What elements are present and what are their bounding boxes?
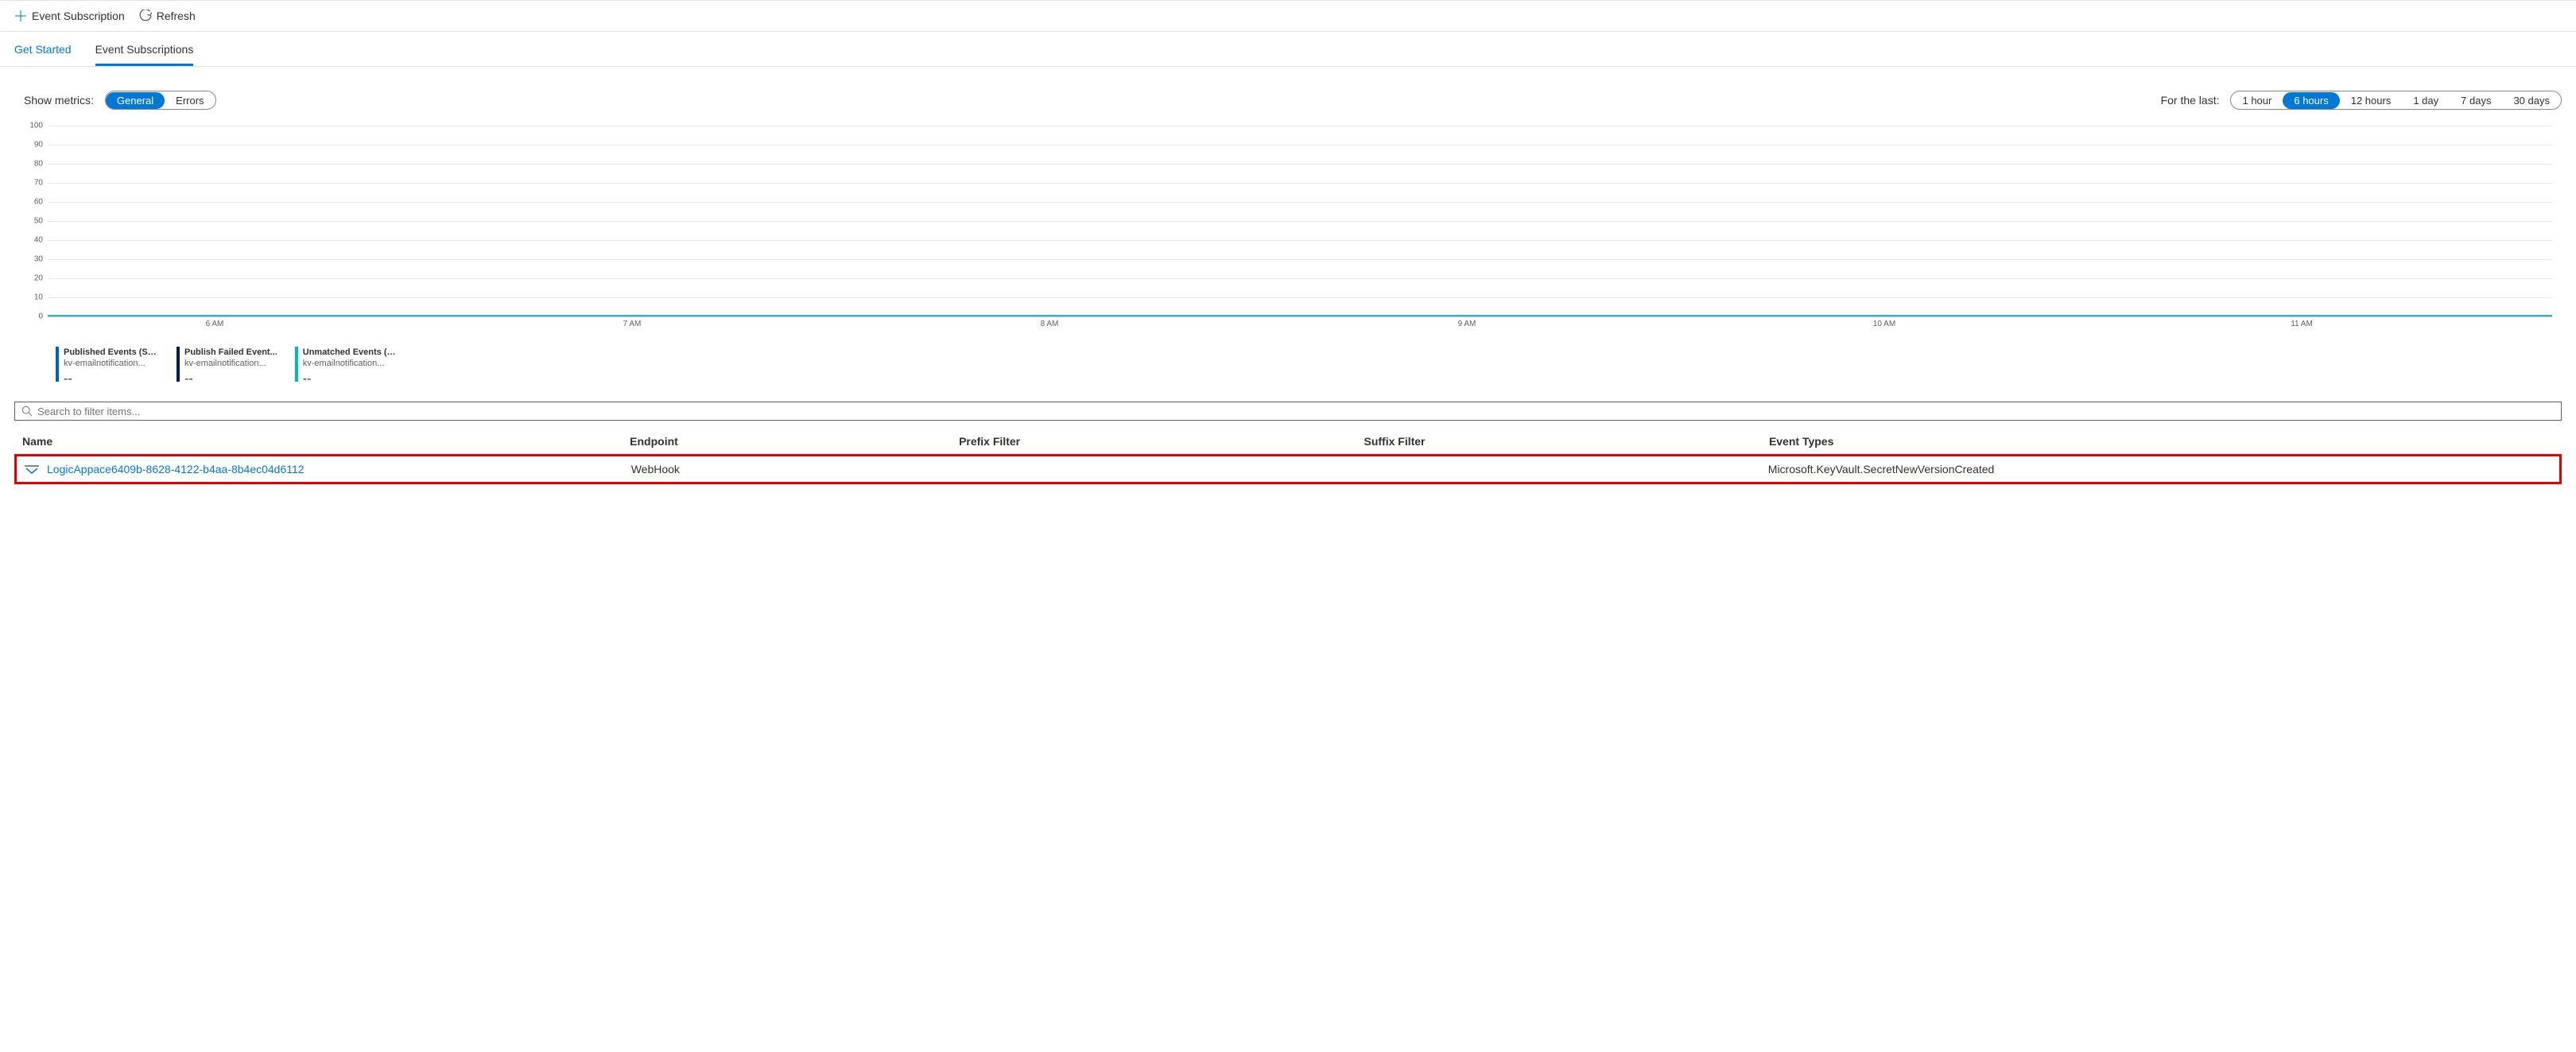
time-option-6-hours[interactable]: 6 hours <box>2283 92 2339 109</box>
col-header-prefix[interactable]: Prefix Filter <box>959 435 1364 448</box>
y-tick-label: 40 <box>24 236 43 245</box>
legend-source: kv-emailnotification... <box>64 358 159 369</box>
refresh-label: Refresh <box>157 10 196 22</box>
x-tick-label: 10 AM <box>1873 320 1895 328</box>
gridline <box>48 297 2552 298</box>
gridline <box>48 221 2552 222</box>
y-tick-label: 80 <box>24 160 43 169</box>
legend-series-name: Publish Failed Event... <box>184 347 277 358</box>
cell-endpoint: WebHook <box>631 463 960 476</box>
gridline <box>48 183 2552 184</box>
col-header-types[interactable]: Event Types <box>1769 435 2554 448</box>
event-subscription-icon <box>25 463 39 476</box>
tab-get-started[interactable]: Get Started <box>14 43 72 66</box>
legend-source: kv-emailnotification... <box>184 358 277 369</box>
x-tick-label: 11 AM <box>2291 320 2313 328</box>
tab-bar: Get Started Event Subscriptions <box>0 32 2576 67</box>
gridline <box>48 278 2552 279</box>
legend-item[interactable]: Unmatched Events (Sum)kv-emailnotificati… <box>295 347 398 387</box>
cell-event-types: Microsoft.KeyVault.SecretNewVersionCreat… <box>1768 463 2551 476</box>
time-option-30-days[interactable]: 30 days <box>2502 92 2561 109</box>
legend-color-bar <box>56 347 59 382</box>
gridline <box>48 164 2552 165</box>
search-input[interactable] <box>37 406 2555 417</box>
time-option-1-day[interactable]: 1 day <box>2402 92 2450 109</box>
legend-value: -- <box>303 371 398 388</box>
subscriptions-table: Name Endpoint Prefix Filter Suffix Filte… <box>0 421 2576 502</box>
x-tick-label: 6 AM <box>206 320 224 328</box>
gridline <box>48 202 2552 203</box>
new-subscription-button[interactable]: Event Subscription <box>14 10 125 22</box>
legend-series-name: Published Events (Sum) <box>64 347 159 358</box>
plus-icon <box>14 10 27 22</box>
x-tick-label: 7 AM <box>623 320 642 328</box>
gridline <box>48 316 2552 317</box>
search-box[interactable] <box>14 402 2562 421</box>
legend-color-bar <box>295 347 298 382</box>
legend-value: -- <box>184 371 277 388</box>
y-tick-label: 30 <box>24 255 43 264</box>
legend-item[interactable]: Published Events (Sum)kv-emailnotificati… <box>56 347 159 387</box>
legend-value: -- <box>64 371 159 388</box>
x-tick-label: 8 AM <box>1041 320 1059 328</box>
legend-color-bar <box>177 347 180 382</box>
refresh-icon <box>139 10 152 22</box>
tab-event-subscriptions[interactable]: Event Subscriptions <box>95 43 194 66</box>
gridline <box>48 259 2552 260</box>
y-tick-label: 100 <box>24 122 43 130</box>
metrics-option-general[interactable]: General <box>106 92 165 109</box>
legend-source: kv-emailnotification... <box>303 358 398 369</box>
y-tick-label: 20 <box>24 274 43 283</box>
filter-row: Show metrics: GeneralErrors For the last… <box>0 67 2576 118</box>
y-tick-label: 0 <box>24 312 43 321</box>
time-option-7-days[interactable]: 7 days <box>2450 92 2502 109</box>
subscription-name-link[interactable]: LogicAppace6409b-8628-4122-b4aa-8b4ec04d… <box>47 463 305 476</box>
time-range-label: For the last: <box>2161 94 2220 107</box>
gridline <box>48 145 2552 146</box>
time-range-toggle: 1 hour6 hours12 hours1 day7 days30 days <box>2230 91 2562 110</box>
legend-series-name: Unmatched Events (Sum) <box>303 347 398 358</box>
y-tick-label: 50 <box>24 217 43 226</box>
x-tick-label: 9 AM <box>1458 320 1476 328</box>
col-header-name[interactable]: Name <box>22 435 630 448</box>
y-tick-label: 70 <box>24 179 43 188</box>
time-option-12-hours[interactable]: 12 hours <box>2340 92 2403 109</box>
table-row[interactable]: LogicAppace6409b-8628-4122-b4aa-8b4ec04d… <box>14 454 2562 484</box>
legend-item[interactable]: Publish Failed Event...kv-emailnotificat… <box>177 347 277 387</box>
metrics-chart: 0 10 20 30 40 50 60 70 80 90 100 6 AM 7 AM 8 AM 9 AM 1… <box>0 118 2576 387</box>
show-metrics-label: Show metrics: <box>24 94 94 107</box>
time-option-1-hour[interactable]: 1 hour <box>2231 92 2283 109</box>
y-tick-label: 90 <box>24 141 43 149</box>
search-icon <box>21 406 33 417</box>
refresh-button[interactable]: Refresh <box>139 10 196 22</box>
metrics-toggle: GeneralErrors <box>105 91 216 110</box>
command-bar: Event Subscription Refresh <box>0 0 2576 32</box>
col-header-suffix[interactable]: Suffix Filter <box>1364 435 1769 448</box>
new-subscription-label: Event Subscription <box>32 10 125 22</box>
table-header: Name Endpoint Prefix Filter Suffix Filte… <box>14 429 2562 454</box>
col-header-endpoint[interactable]: Endpoint <box>630 435 959 448</box>
y-tick-label: 60 <box>24 198 43 207</box>
gridline <box>48 240 2552 241</box>
y-tick-label: 10 <box>24 293 43 302</box>
metrics-option-errors[interactable]: Errors <box>165 92 215 109</box>
